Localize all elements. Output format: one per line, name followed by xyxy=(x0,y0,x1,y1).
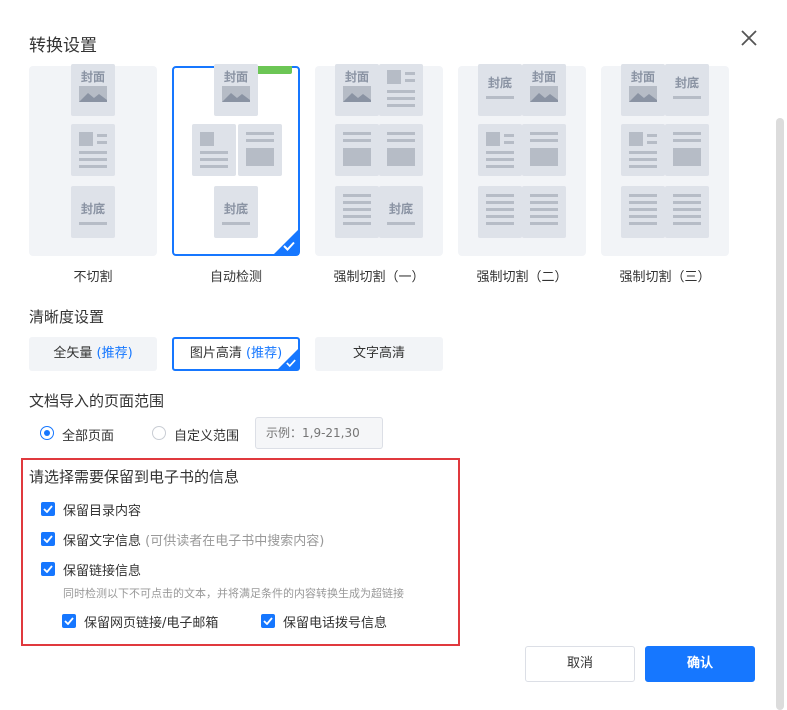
layout-option-force-split-1[interactable]: 封面 封底 xyxy=(315,64,443,256)
text-page-icon xyxy=(665,124,709,176)
keep-text-checkbox[interactable] xyxy=(41,532,55,546)
check-icon xyxy=(283,241,295,251)
cover-page-icon: 封面 xyxy=(214,64,258,116)
text-page-icon xyxy=(192,124,236,176)
text-page-icon xyxy=(238,124,282,176)
text-page-icon xyxy=(335,186,379,238)
cover-page-icon: 封面 xyxy=(621,64,665,116)
custom-range-radio[interactable] xyxy=(152,426,166,440)
recommended-label: (推荐) xyxy=(96,346,133,361)
keep-phone-label[interactable]: 保留电话拨号信息 xyxy=(283,612,387,631)
layout-label-force-split-2: 强制切割（二） xyxy=(476,270,568,285)
keep-toc-label[interactable]: 保留目录内容 xyxy=(63,500,141,519)
custom-range-input[interactable] xyxy=(255,417,383,449)
dialog-title: 转换设置 xyxy=(29,36,97,56)
back-page-icon: 封底 xyxy=(71,186,115,238)
keep-links-checkbox[interactable] xyxy=(41,562,55,576)
text-page-icon xyxy=(522,124,566,176)
text-page-icon xyxy=(478,186,522,238)
keep-links-label[interactable]: 保留链接信息 xyxy=(63,560,141,579)
text-page-icon xyxy=(522,186,566,238)
page-range-heading: 文档导入的页面范围 xyxy=(29,392,165,410)
close-icon[interactable] xyxy=(737,26,761,50)
keep-web-email-label[interactable]: 保留网页链接/电子邮箱 xyxy=(84,612,218,631)
layout-label-force-split-1: 强制切割（一） xyxy=(333,270,425,285)
quality-option-label: 文字高清 xyxy=(352,346,405,361)
text-page-icon xyxy=(621,186,665,238)
text-page-icon xyxy=(665,186,709,238)
all-pages-label[interactable]: 全部页面 xyxy=(62,425,114,444)
back-page-icon: 封底 xyxy=(665,64,709,116)
keep-text-note: (可供读者在电子书中搜索内容) xyxy=(145,534,325,549)
quality-option-text-hd[interactable]: 文字高清 xyxy=(315,337,443,371)
cover-page-icon: 封面 xyxy=(522,64,566,116)
layout-label-no-split: 不切割 xyxy=(73,270,113,285)
all-pages-radio[interactable] xyxy=(40,426,54,440)
back-page-icon: 封底 xyxy=(379,186,423,238)
quality-option-image-hd[interactable]: 图片高清 (推荐) xyxy=(172,337,300,371)
keep-links-hint: 同时检测以下不可点击的文本，并将满足条件的内容转换生成为超链接 xyxy=(63,587,404,600)
keep-phone-checkbox[interactable] xyxy=(261,614,275,628)
text-page-icon xyxy=(335,124,379,176)
text-page-icon xyxy=(621,124,665,176)
layout-option-force-split-2[interactable]: 封底 封面 xyxy=(458,64,586,256)
quality-option-label: 全矢量 xyxy=(53,346,93,361)
back-page-icon: 封底 xyxy=(478,64,522,116)
keep-web-email-checkbox[interactable] xyxy=(62,614,76,628)
quality-option-label: 图片高清 xyxy=(189,346,242,361)
layout-option-auto-detect[interactable]: 封面 封底 xyxy=(172,64,300,256)
layout-option-no-split[interactable]: 封面 封底 xyxy=(29,64,157,256)
cover-page-icon: 封面 xyxy=(71,64,115,116)
text-page-icon xyxy=(71,124,115,176)
layout-option-force-split-3[interactable]: 封面 封底 xyxy=(601,64,729,256)
check-icon xyxy=(286,359,296,368)
quality-heading: 清晰度设置 xyxy=(29,308,105,326)
quality-option-full-vector[interactable]: 全矢量 (推荐) xyxy=(29,337,157,371)
text-page-icon xyxy=(478,124,522,176)
keep-text-label-main: 保留文字信息 xyxy=(63,534,142,549)
custom-range-label[interactable]: 自定义范围 xyxy=(174,425,239,444)
keep-text-label[interactable]: 保留文字信息 (可供读者在电子书中搜索内容) xyxy=(63,530,324,549)
cancel-button[interactable]: 取消 xyxy=(525,646,635,682)
scrollbar[interactable] xyxy=(776,118,784,710)
text-page-icon xyxy=(379,64,423,116)
layout-label-force-split-3: 强制切割（三） xyxy=(619,270,711,285)
confirm-button[interactable]: 确认 xyxy=(645,646,755,682)
keep-info-heading: 请选择需要保留到电子书的信息 xyxy=(29,468,240,486)
keep-toc-checkbox[interactable] xyxy=(41,502,55,516)
convert-settings-dialog: 转换设置 封面 封底 不切割 封面 封底 自动检测 封面 封底 强制切割（一） … xyxy=(0,0,787,710)
back-page-icon: 封底 xyxy=(214,186,258,238)
cover-page-icon: 封面 xyxy=(335,64,379,116)
layout-label-auto-detect: 自动检测 xyxy=(209,270,262,285)
text-page-icon xyxy=(379,124,423,176)
